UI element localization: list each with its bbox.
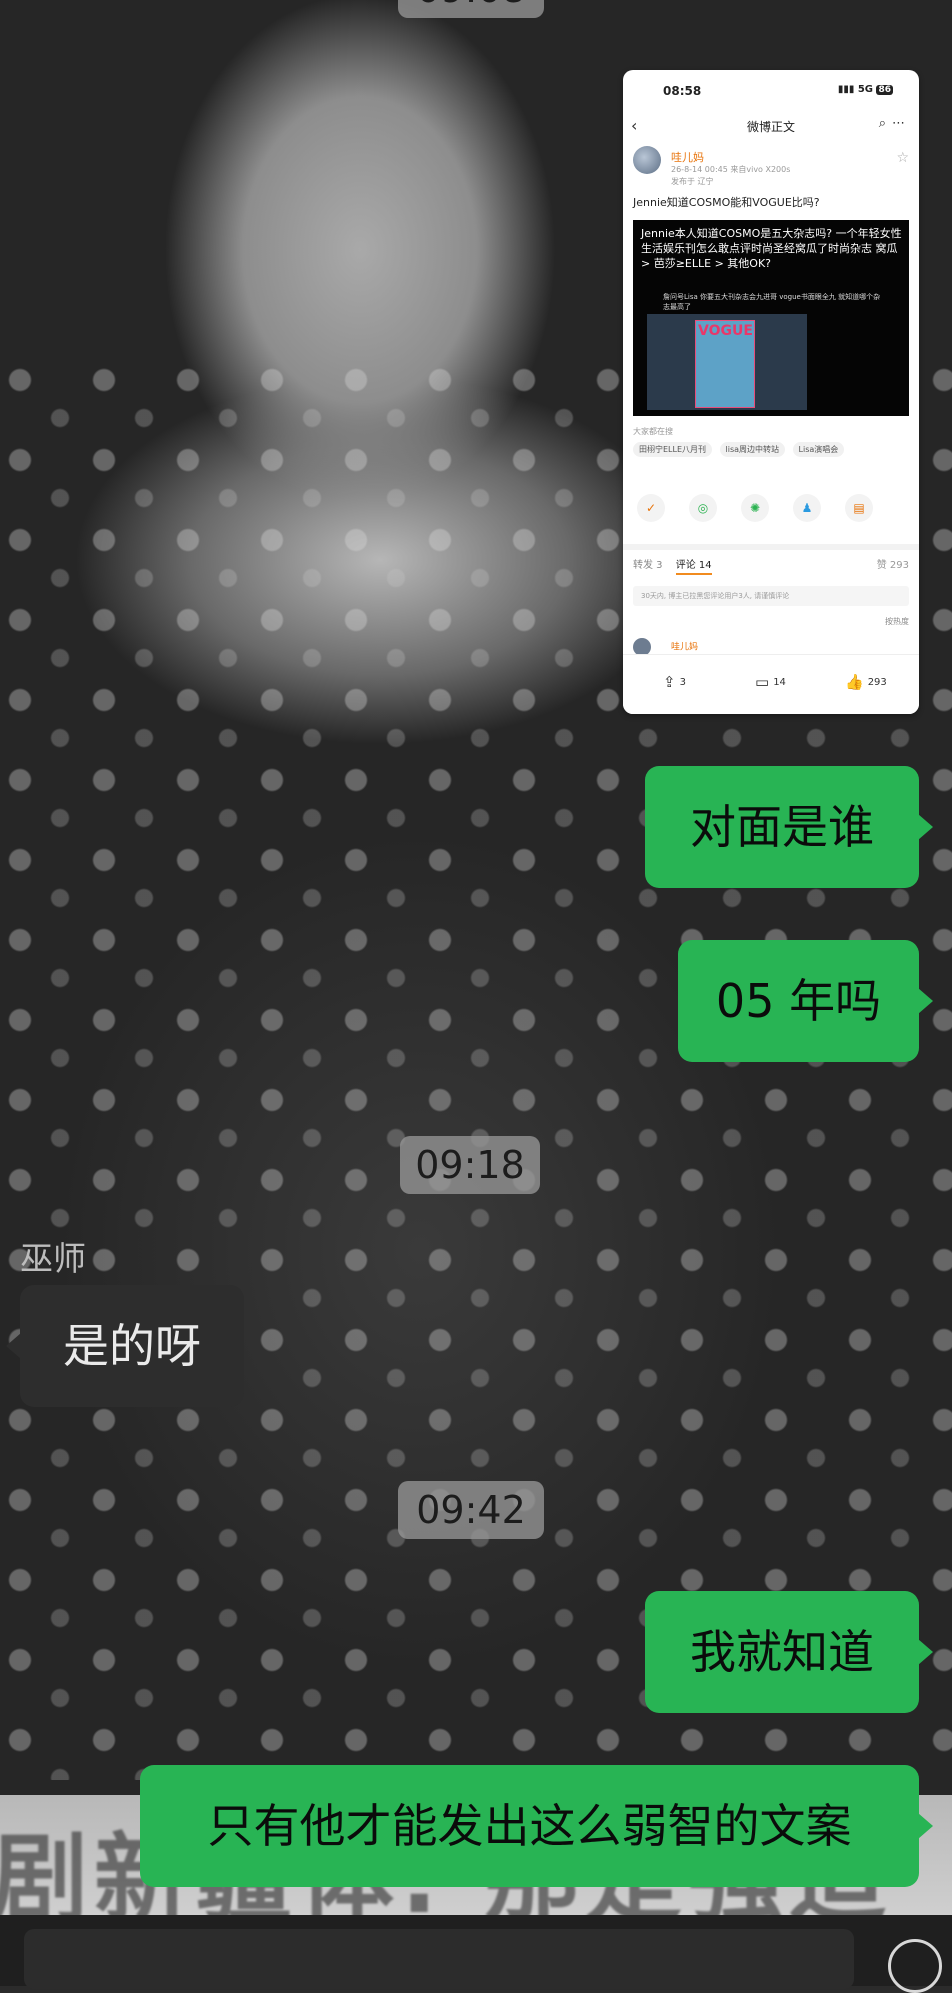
weibo-nav-bar: ‹ 微博正文 ⌕⋯ bbox=[623, 114, 919, 140]
message-input[interactable] bbox=[24, 1929, 854, 1989]
repost-count: 3 bbox=[679, 677, 686, 688]
post-meta: 26-8-14 00:45 来自vivo X200s bbox=[671, 165, 791, 174]
like-icon: 👍 bbox=[845, 673, 864, 691]
outgoing-message[interactable]: 05 年吗 bbox=[678, 940, 933, 1062]
trending-chip: Lisa演唱会 bbox=[792, 442, 845, 457]
author-name: 哇儿妈 bbox=[671, 151, 704, 164]
sort-label: 按热度 bbox=[885, 617, 909, 626]
comment-count: 14 bbox=[773, 677, 786, 688]
comment-author: 哇儿妈 bbox=[671, 642, 699, 653]
outgoing-message[interactable]: 我就知道 bbox=[645, 1591, 933, 1713]
network-label: 5G bbox=[857, 84, 873, 95]
post-tabs: 转发 3 评论 14 bbox=[633, 556, 712, 575]
outgoing-message[interactable]: 只有他才能发出这么弱智的文案 bbox=[140, 1765, 933, 1887]
embedded-image: Jennie本人知道COSMO是五大杂志吗? 一个年轻女性生活娱乐刊怎么敢点评时… bbox=[633, 220, 909, 416]
share-icons-row: ✓ ◎ ✺ ♟ ▤ bbox=[637, 494, 907, 522]
trending-chips: 田栩宁ELLE八月刊 lisa周边中转站 Lisa演唱会 bbox=[633, 442, 913, 457]
time-pill: 09:42 bbox=[398, 1481, 544, 1539]
signal-icon: ▮▮▮ bbox=[837, 84, 855, 95]
weibo-share-icon: ✓ bbox=[637, 494, 665, 522]
tab-likes: 赞 293 bbox=[876, 560, 909, 571]
trending-chip: lisa周边中转站 bbox=[719, 442, 786, 457]
shared-screenshot-image[interactable]: 08:58 ▮▮▮ 5G 86 ‹ 微博正文 ⌕⋯ 哇儿妈 26-8-14 00… bbox=[623, 70, 919, 714]
comment-notice: 30天内, 博主已拉黑您评论用户3人, 请谨慎评论 bbox=[633, 586, 909, 606]
outgoing-message[interactable]: 对面是谁 bbox=[645, 766, 933, 888]
status-indicators: ▮▮▮ 5G 86 bbox=[838, 84, 893, 95]
embedded-subtext: 詹问号Lisa 你要五大刊杂志会九进哥 vogue书面眼全九 就知道哪个杂志最高… bbox=[663, 293, 881, 311]
sender-name: 巫师 bbox=[20, 1239, 86, 1278]
weibo-nav-title: 微博正文 bbox=[746, 120, 795, 134]
add-icon[interactable] bbox=[888, 1939, 942, 1993]
magazine-cover: VOGUE bbox=[695, 320, 755, 408]
author-avatar bbox=[633, 146, 661, 174]
moments-share-icon: ✺ bbox=[741, 494, 769, 522]
chat-input-bar bbox=[0, 1915, 952, 1993]
weibo-nav-icons: ⌕⋯ bbox=[878, 116, 911, 131]
tab-repost: 转发 3 bbox=[633, 560, 663, 571]
trending-chip: 田栩宁ELLE八月刊 bbox=[633, 442, 713, 457]
like-count: 293 bbox=[867, 677, 887, 688]
embedded-title: Jennie本人知道COSMO是五大杂志吗? 一个年轻女性生活娱乐刊怎么敢点评时… bbox=[641, 227, 902, 270]
time-pill: 09:18 bbox=[400, 1136, 540, 1194]
save-share-icon: ▤ bbox=[845, 494, 873, 522]
battery-icon: 86 bbox=[876, 85, 893, 95]
comment-action: ▭ 14 bbox=[755, 673, 786, 691]
embedded-magazine-photo: VOGUE ⌕ bbox=[647, 314, 807, 410]
tab-comment: 评论 14 bbox=[675, 560, 712, 575]
time-pill-top: 09:08 bbox=[398, 0, 544, 18]
repost-icon: ⇪ bbox=[663, 673, 676, 691]
qq-share-icon: ♟ bbox=[793, 494, 821, 522]
follow-icon: ☆ bbox=[896, 150, 909, 166]
incoming-message[interactable]: 是的呀 bbox=[6, 1285, 244, 1407]
wechat-share-icon: ◎ bbox=[689, 494, 717, 522]
post-text: Jennie知道COSMO能和VOGUE比吗? bbox=[633, 196, 820, 209]
like-action: 👍 293 bbox=[845, 673, 887, 691]
trending-label: 大家都在搜 bbox=[633, 427, 673, 436]
post-location: 发布于 辽宁 bbox=[671, 177, 714, 186]
magazine-cover-text: VOGUE bbox=[698, 323, 753, 339]
repost-action: ⇪ 3 bbox=[663, 673, 686, 691]
post-action-bar: ⇪ 3 ▭ 14 👍 293 bbox=[623, 654, 919, 714]
divider bbox=[623, 544, 919, 550]
status-time: 08:58 bbox=[663, 84, 702, 98]
comment-icon: ▭ bbox=[755, 673, 770, 691]
